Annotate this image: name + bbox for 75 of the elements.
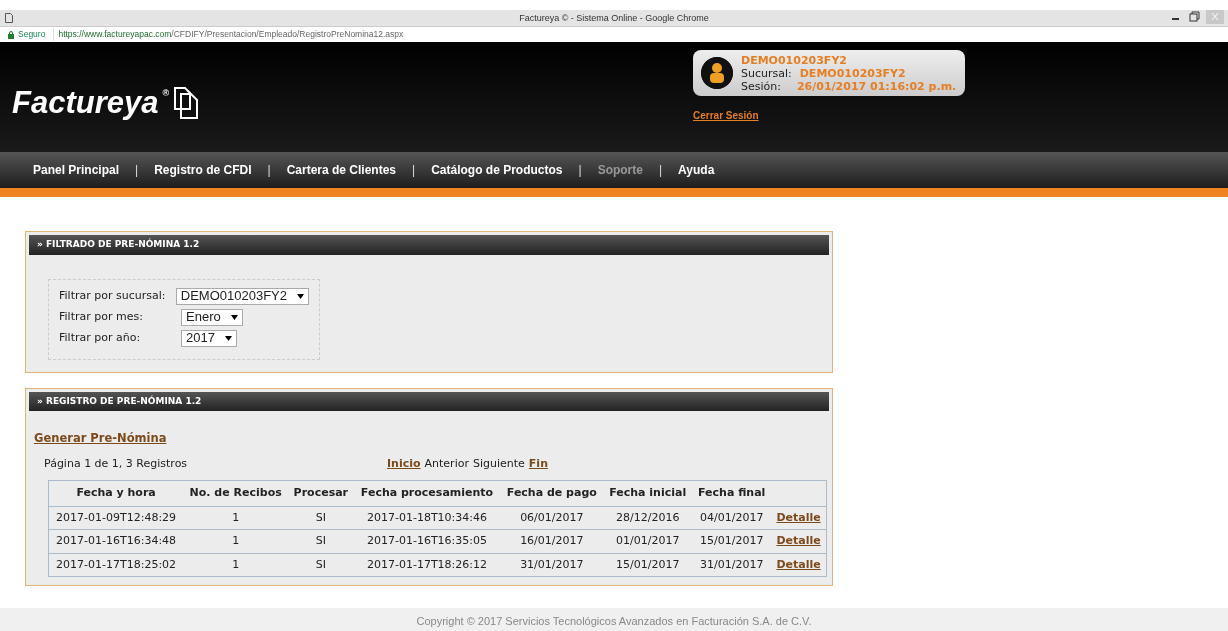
filter-label: Filtrar por sucursal:	[59, 287, 167, 304]
window-title: Factureya © - Sistema Online - Google Chrome	[519, 13, 709, 23]
table-cell: 1	[183, 529, 289, 553]
table-cell: 1	[183, 553, 289, 577]
page-icon	[5, 13, 13, 23]
branch-label: Sucursal:	[741, 67, 792, 80]
nav-separator: |	[267, 162, 271, 179]
table-cell: 2017-01-18T10:34:46	[353, 506, 501, 530]
document-icon	[173, 86, 200, 121]
logo-text: Factureya	[12, 84, 159, 122]
nav-link[interactable]: Catálogo de Productos	[431, 161, 563, 179]
pager-link[interactable]: Fin	[528, 455, 548, 472]
table-cell: 04/01/2017	[692, 506, 772, 530]
detail-link[interactable]: Detalle	[776, 534, 821, 547]
table-cell: SI	[288, 506, 354, 530]
copyright-text: Copyright © 2017 Servicios Tecnológicos Avanzados en Facturación S.A. de C.V.	[0, 608, 1228, 631]
column-header: Procesar	[288, 480, 354, 506]
panel-title: » FILTRADO DE PRE-NÓMINA 1.2	[29, 235, 829, 255]
user-name: DEMO010203FY2	[741, 54, 848, 67]
pager-link[interactable]: Inicio	[387, 455, 421, 472]
table-cell: 2017-01-09T12:48:29	[48, 506, 184, 530]
dropdown-arrow-icon	[297, 293, 304, 299]
table-cell: 06/01/2017	[500, 506, 604, 530]
dropdown[interactable]: DEMO010203FY2	[175, 287, 309, 305]
table-cell: SI	[288, 553, 354, 577]
nav-separator: |	[135, 162, 139, 179]
dropdown-arrow-icon	[230, 314, 238, 320]
generate-link[interactable]: Generar Pre-Nómina	[34, 430, 167, 448]
detail-link[interactable]: Detalle	[776, 510, 821, 524]
table-cell: 2017-01-16T16:35:05	[353, 529, 501, 553]
nav-separator: |	[658, 162, 663, 179]
table-cell: 16/01/2017	[500, 529, 604, 553]
nav-separator: |	[412, 162, 416, 179]
dropdown[interactable]: 2017	[181, 329, 237, 347]
nav-separator: |	[578, 162, 582, 179]
table-cell: 31/01/2017	[692, 553, 772, 577]
filter-label: Filtrar por mes:	[59, 308, 144, 325]
session-label: Sesión:	[741, 80, 781, 93]
restore-icon[interactable]	[1188, 10, 1200, 24]
registered-mark: ®	[162, 88, 170, 98]
column-header: Fecha inicial	[603, 480, 693, 506]
column-header: Fecha procesamiento	[353, 480, 501, 506]
panel-title: » REGISTRO DE PRE-NÓMINA 1.2	[29, 391, 829, 411]
table-cell: 15/01/2017	[603, 553, 693, 577]
table-cell: 15/01/2017	[692, 529, 772, 553]
column-header: No. de Recibos	[183, 480, 289, 506]
url-text[interactable]: https://www.factureyapac.com/CFDIFY/Presentacion/Empleado/RegistroPreNomina12.aspx	[53, 28, 404, 41]
nav-link[interactable]: Registro de CFDI	[154, 161, 252, 179]
column-header: Fecha final	[692, 480, 772, 506]
filter-label: Filtrar por año:	[59, 329, 142, 346]
detail-link[interactable]: Detalle	[776, 557, 821, 571]
dropdown-arrow-icon	[224, 335, 232, 341]
lock-icon	[8, 30, 14, 39]
table-cell: 2017-01-16T16:34:48	[48, 529, 184, 553]
nav-link[interactable]: Cartera de Clientes	[286, 161, 397, 179]
table-cell: 2017-01-17T18:26:12	[353, 553, 501, 577]
table-cell: 2017-01-17T18:25:02	[48, 553, 184, 577]
column-header: Fecha de pago	[500, 480, 604, 506]
table-cell: SI	[288, 529, 354, 553]
security-label: Seguro	[18, 28, 46, 41]
table-cell: 31/01/2017	[500, 553, 604, 577]
nav-link[interactable]: Ayuda	[678, 161, 715, 179]
page-info: Página 1 de 1, 3 Registros	[44, 455, 189, 472]
column-header: Fecha y hora	[48, 480, 184, 506]
table-cell: 1	[183, 506, 289, 530]
logout-link[interactable]: Cerrar Sesión	[693, 108, 759, 123]
nav-link[interactable]: Panel Principal	[33, 161, 120, 179]
pager-link[interactable]: Siguiente	[472, 455, 525, 472]
session-value: 26/01/2017 01:16:02 p.m.	[796, 80, 957, 93]
dropdown[interactable]: Enero	[181, 308, 243, 326]
table-cell: 28/12/2016	[603, 506, 693, 530]
pager-link[interactable]: Anterior	[424, 455, 469, 472]
branch-value: DEMO010203FY2	[799, 67, 906, 80]
user-avatar-icon	[701, 57, 733, 89]
table-cell: 01/01/2017	[603, 529, 693, 553]
